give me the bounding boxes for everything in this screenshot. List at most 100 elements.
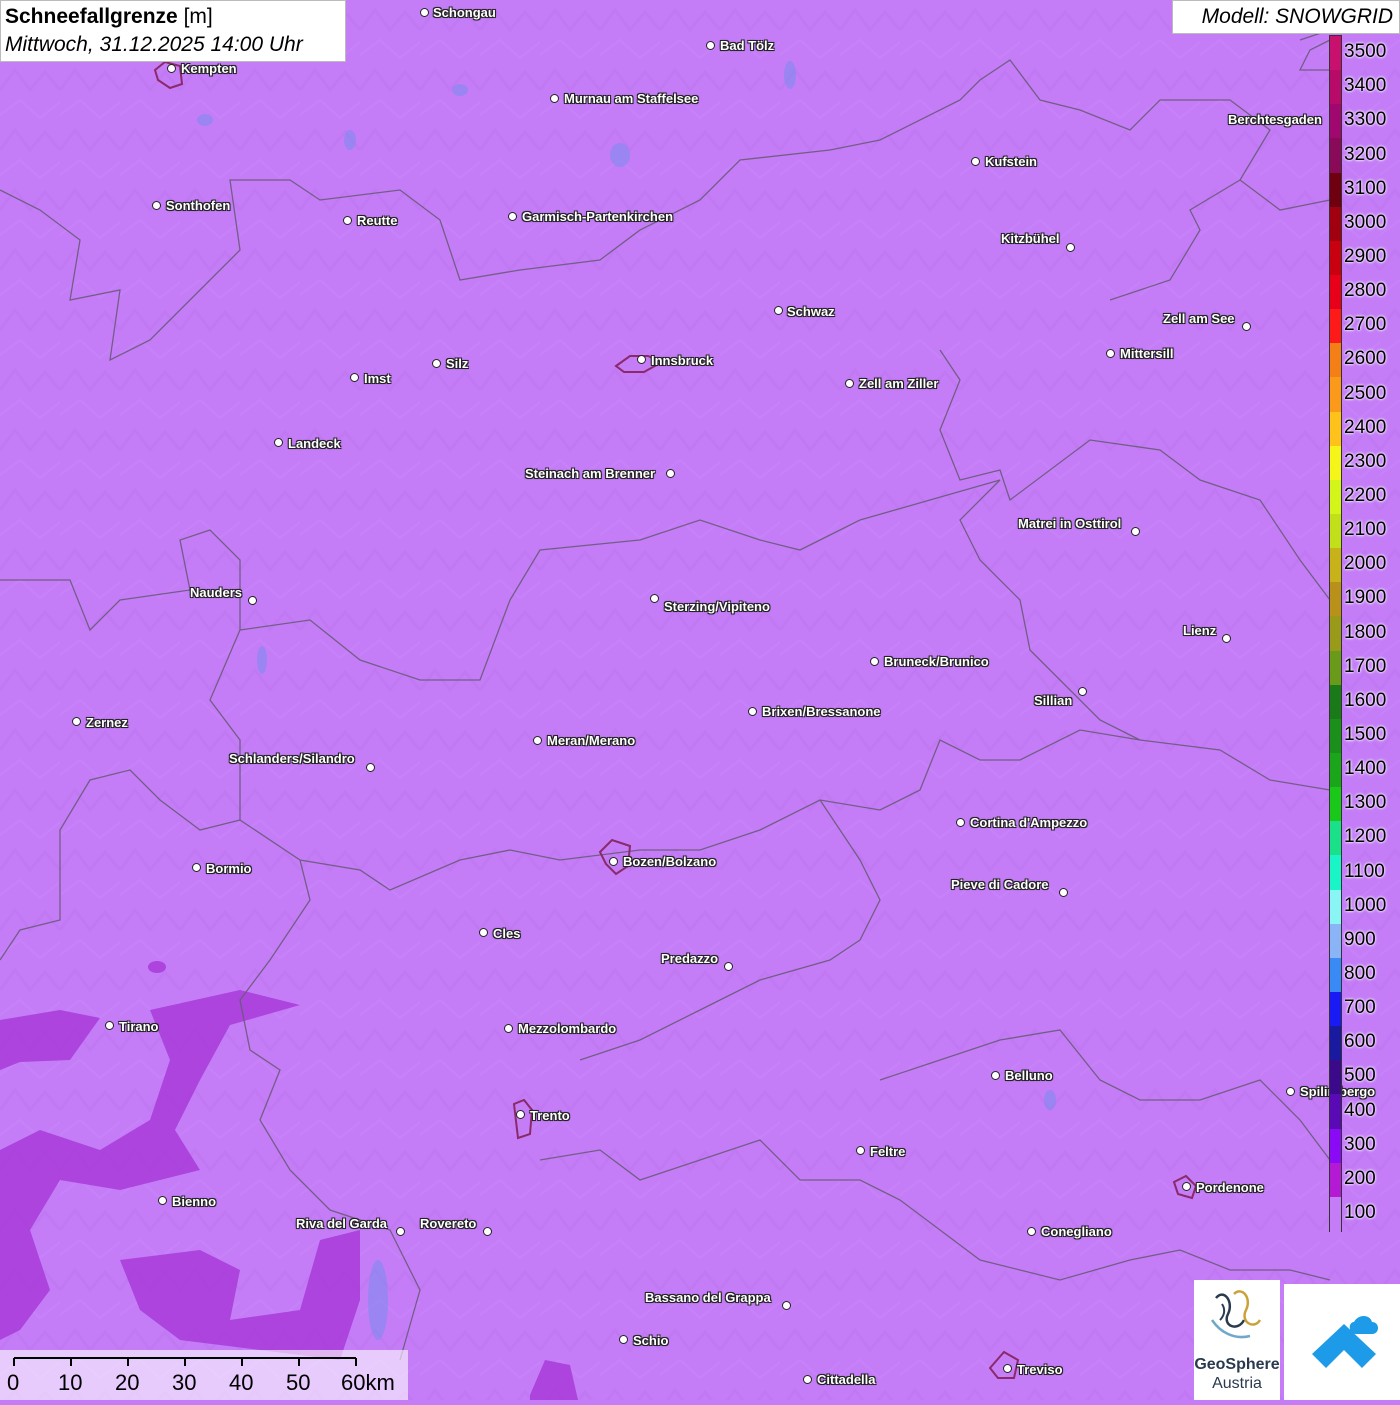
legend-swatch	[1330, 445, 1341, 481]
city-dot	[105, 1021, 114, 1030]
legend-label: 1800	[1344, 621, 1387, 643]
legend-label: 1500	[1344, 723, 1387, 745]
legend-label: 3100	[1344, 177, 1387, 199]
legend-label: 2900	[1344, 245, 1387, 267]
legend-swatch	[1330, 206, 1341, 242]
city-dot	[158, 1196, 167, 1205]
city-dot	[533, 736, 542, 745]
city-dot	[774, 306, 783, 315]
legend-label: 2300	[1344, 450, 1387, 472]
legend-swatch	[1330, 309, 1341, 344]
legend-swatch	[1330, 753, 1341, 788]
legend-swatch	[1330, 616, 1341, 652]
city-label: Zell am See	[1163, 311, 1235, 326]
legend-label: 1600	[1344, 689, 1387, 711]
city-dot	[483, 1227, 492, 1236]
legend-swatch	[1330, 1060, 1341, 1096]
legend-swatch	[1330, 821, 1341, 857]
city-dot	[748, 707, 757, 716]
city-label: Bozen/Bolzano	[623, 854, 717, 869]
city-dot	[1003, 1364, 1012, 1373]
city-dot	[72, 717, 81, 726]
city-label: Riva del Garda	[296, 1216, 388, 1231]
legend-swatch	[1330, 787, 1341, 822]
city-dot	[724, 962, 733, 971]
city-dot	[991, 1071, 1000, 1080]
legend-label: 3200	[1344, 143, 1387, 165]
color-legend	[1329, 35, 1342, 1232]
city-label: Sterzing/Vipiteno	[664, 599, 770, 614]
city-label: Matrei in Osttirol	[1018, 516, 1122, 531]
city-dot	[343, 216, 352, 225]
legend-label: 2000	[1344, 553, 1387, 575]
app-logo[interactable]	[1284, 1284, 1400, 1400]
model-label: Modell: SNOWGRID	[1172, 0, 1400, 34]
legend-label: 900	[1344, 928, 1376, 950]
city-dot	[650, 594, 659, 603]
city-label: Murnau am Staffelsee	[564, 91, 699, 106]
city-label: Cles	[493, 926, 521, 941]
legend-swatch	[1330, 240, 1341, 276]
city-dot	[550, 94, 559, 103]
city-label: Treviso	[1017, 1362, 1063, 1377]
legend-label: 3000	[1344, 211, 1387, 233]
city-dot	[1066, 243, 1075, 252]
city-dot	[420, 8, 429, 17]
city-dot	[167, 64, 176, 73]
city-label: Schongau	[433, 5, 496, 20]
city-label: Pordenone	[1196, 1180, 1264, 1195]
legend-swatch	[1330, 70, 1341, 105]
city-dot	[152, 201, 161, 210]
city-label: Cittadella	[817, 1372, 876, 1387]
city-label: Bruneck/Brunico	[884, 654, 989, 669]
scale-tick-label: 0	[7, 1370, 20, 1395]
legend-swatch	[1330, 650, 1341, 686]
legend-swatch	[1330, 479, 1341, 515]
legend-swatch	[1330, 1196, 1341, 1232]
city-dot	[1286, 1087, 1295, 1096]
legend-swatch	[1330, 1162, 1341, 1198]
legend-swatch	[1330, 514, 1341, 549]
legend-swatch	[1330, 582, 1341, 618]
legend-label: 1700	[1344, 655, 1387, 677]
city-dot	[609, 857, 618, 866]
legend-swatch	[1330, 104, 1341, 140]
legend-label: 2400	[1344, 416, 1387, 438]
legend-swatch	[1330, 957, 1341, 993]
city-label: Nauders	[190, 585, 243, 600]
city-label: Pieve di Cadore	[951, 877, 1049, 892]
geosphere-logo-line1: GeoSphere	[1194, 1356, 1280, 1373]
legend-label: 1400	[1344, 758, 1387, 780]
legend-swatch	[1330, 992, 1341, 1027]
legend-label: 100	[1344, 1201, 1376, 1223]
city-label: Schwaz	[787, 304, 835, 319]
city-dot	[956, 818, 965, 827]
legend-label: 300	[1344, 1133, 1376, 1155]
city-dot	[1078, 687, 1087, 696]
legend-label: 3400	[1344, 75, 1387, 97]
city-label: Sonthofen	[166, 198, 231, 213]
city-label: Kempten	[181, 61, 237, 76]
map-title: Schneefallgrenze [m]	[5, 3, 341, 31]
legend-label: 3300	[1344, 109, 1387, 131]
legend-label: 400	[1344, 1099, 1376, 1121]
city-dot	[637, 355, 646, 364]
city-label: Garmisch-Partenkirchen	[522, 209, 674, 224]
city-label: Reutte	[357, 213, 398, 228]
geosphere-logo[interactable]: GeoSphere Austria	[1194, 1280, 1280, 1400]
legend-label: 600	[1344, 1031, 1376, 1053]
city-dot	[1131, 527, 1140, 536]
city-dot	[516, 1110, 525, 1119]
scale-tick-label: 20	[115, 1370, 140, 1395]
city-label: Kufstein	[985, 154, 1037, 169]
city-label: Zell am Ziller	[859, 376, 939, 391]
city-dot	[1106, 349, 1115, 358]
city-label: Tirano	[119, 1019, 159, 1034]
legend-label: 500	[1344, 1065, 1376, 1087]
city-dot	[619, 1335, 628, 1344]
legend-label: 1300	[1344, 792, 1387, 814]
city-dot	[504, 1024, 513, 1033]
legend-swatch	[1330, 548, 1341, 583]
city-label: Bormio	[206, 861, 252, 876]
legend-label: 1000	[1344, 894, 1387, 916]
